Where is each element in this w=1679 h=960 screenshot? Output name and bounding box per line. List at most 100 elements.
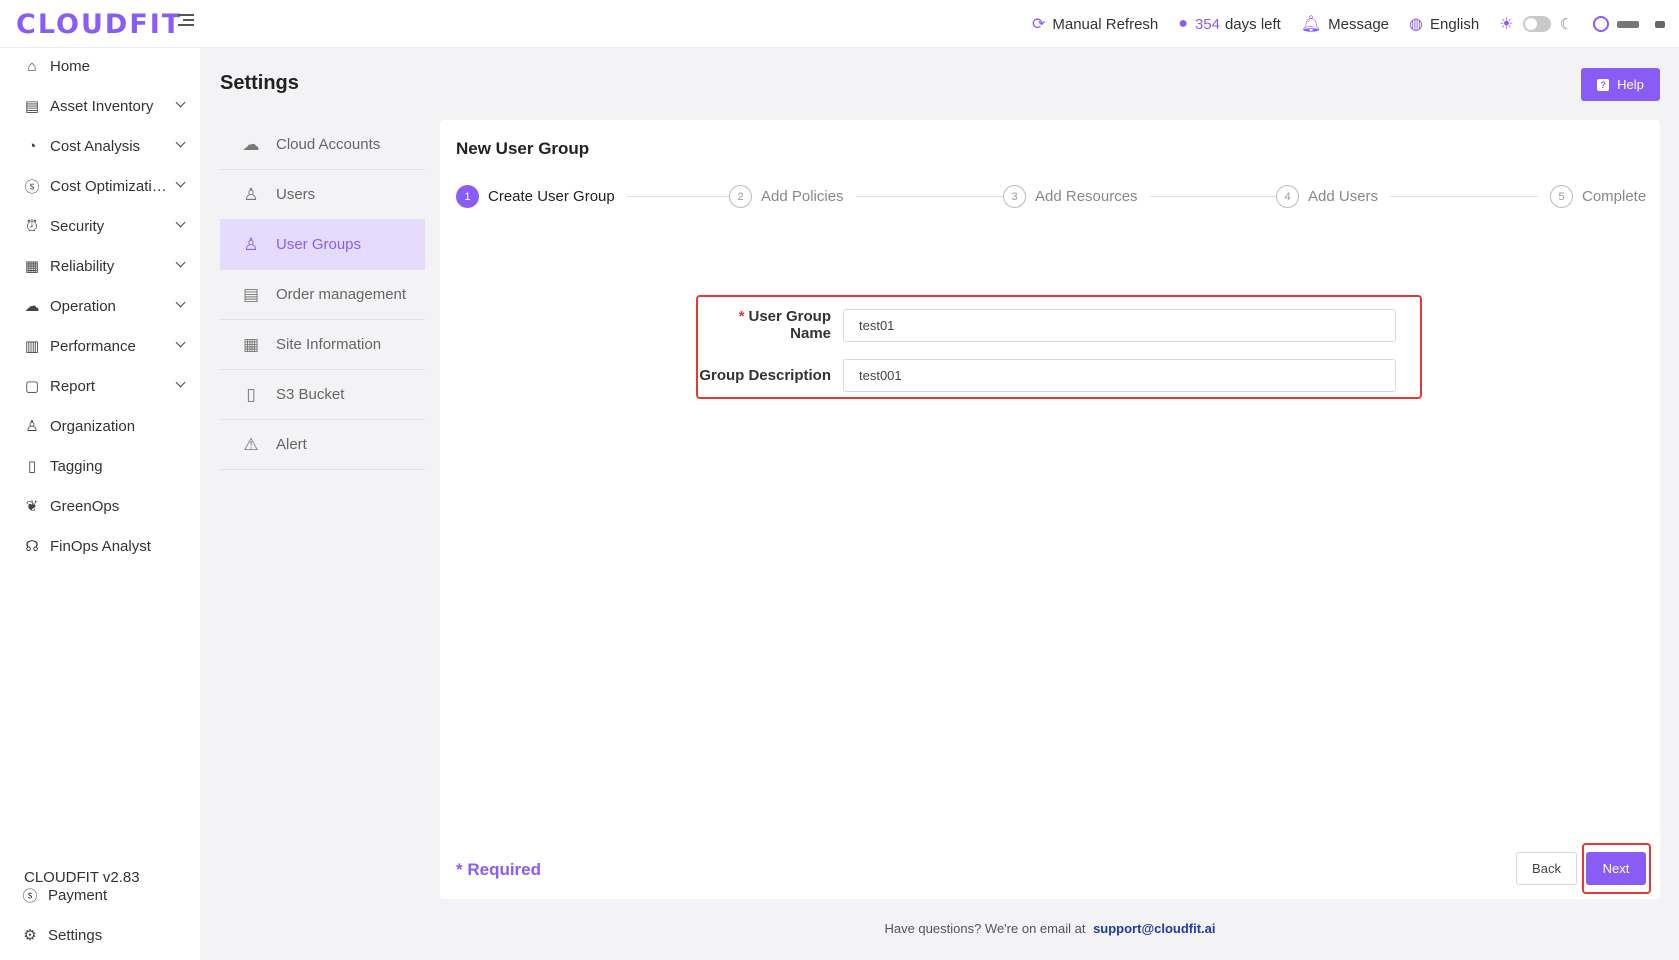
footer: Have questions? We're on email at suppor… [440, 921, 1660, 936]
app-version: CLOUDFIT v2.83 [24, 869, 140, 886]
manual-refresh-label: Manual Refresh [1052, 15, 1159, 33]
home-icon: ⌂ [27, 57, 37, 75]
app-logo[interactable]: CLOUDFIT [16, 9, 182, 40]
required-mark: * [738, 308, 745, 325]
sidebar-item-label: Reliability [50, 257, 115, 275]
sidebar-item-asset-inventory[interactable]: ▤ Asset Inventory [0, 88, 200, 124]
board-icon: ▥ [24, 338, 40, 355]
chevron-down-icon [175, 177, 186, 188]
sidebar-item-label: Asset Inventory [50, 97, 154, 115]
help-button[interactable]: ? Help [1581, 68, 1660, 101]
sidebar-item-finops-analyst[interactable]: ☊ FinOps Analyst [0, 528, 200, 564]
back-button[interactable]: Back [1516, 852, 1577, 885]
sidebar-item-greenops[interactable]: ❦ GreenOps [0, 488, 200, 524]
step-label: Add Resources [1035, 188, 1138, 205]
new-user-group-card: New User Group 1 Create User Group 2 Add… [440, 120, 1660, 899]
support-email-link[interactable]: support@cloudfit.ai [1093, 921, 1215, 936]
chevron-down-icon [175, 337, 186, 348]
step-add-policies: 2 Add Policies [729, 185, 856, 208]
next-button[interactable]: Next [1586, 852, 1646, 885]
sidebar-item-report[interactable]: ▢ Report [0, 368, 200, 404]
submenu-item-label: Alert [276, 436, 307, 453]
step-number: 5 [1550, 185, 1573, 208]
language-label: English [1430, 15, 1480, 33]
sidebar-item-settings[interactable]: ⚙ Settings [0, 917, 200, 953]
group-name-input[interactable]: test01 [843, 308, 1396, 342]
user-group-icon: ♙ [243, 234, 259, 254]
user-name-redacted [1617, 20, 1639, 28]
sidebar-item-operation[interactable]: ☁ Operation [0, 288, 200, 324]
cloud-icon: ☁ [242, 134, 260, 154]
group-name-label-text: User Group Name [748, 308, 831, 342]
org-chart-icon: ♙ [25, 418, 39, 435]
group-description-input[interactable]: test001 [843, 358, 1396, 392]
sidebar-item-tagging[interactable]: ▯ Tagging [0, 448, 200, 484]
sidebar-item-reliability[interactable]: ▦ Reliability [0, 248, 200, 284]
moon-icon: ☾ [1559, 16, 1573, 33]
days-left-label: days left [1224, 15, 1281, 33]
page-title: Settings [220, 72, 299, 94]
clipboard-icon: ▤ [242, 284, 260, 304]
submenu-item-label: Order management [276, 286, 407, 303]
submenu-item-site-information[interactable]: ▦ Site Information [220, 320, 425, 370]
sidebar-item-label: Organization [50, 417, 136, 435]
gauge-icon: ◔ [27, 137, 37, 155]
sidebar-item-home[interactable]: ⌂ Home [0, 48, 200, 84]
sidebar-item-label: GreenOps [50, 497, 120, 515]
clock-icon: ● [1178, 15, 1188, 32]
sidebar-item-label: Cost Analysis [50, 137, 141, 155]
submenu-item-label: Users [276, 186, 316, 203]
sidebar-item-label: Payment [48, 886, 108, 904]
main-sidebar: ⌂ Home ▤ Asset Inventory ◔ Cost Analysis… [0, 48, 200, 960]
group-description-label: Group Description [699, 366, 831, 384]
sidebar-item-organization[interactable]: ♙ Organization [0, 408, 200, 444]
submenu-item-label: S3 Bucket [276, 386, 345, 403]
submenu-item-label: Cloud Accounts [276, 136, 381, 153]
step-label: Create User Group [488, 188, 615, 205]
message-button[interactable]: 🔔︎ Message [1301, 14, 1389, 34]
submenu-item-users[interactable]: ♙ Users [220, 170, 425, 220]
warning-icon: ⚠ [243, 434, 259, 454]
alarm-icon: ⏰︎ [26, 217, 38, 235]
chevron-down-icon [175, 137, 186, 148]
user-icon: ♙ [243, 184, 259, 204]
menu-toggle-icon[interactable] [178, 14, 194, 28]
sidebar-item-cost-analysis[interactable]: ◔ Cost Analysis [0, 128, 200, 164]
days-left-indicator: ● 354 days left [1178, 15, 1281, 33]
step-complete: 5 Complete [1538, 185, 1647, 208]
user-menu[interactable] [1593, 16, 1665, 32]
sidebar-item-label: Report [50, 377, 96, 395]
sidebar-item-security[interactable]: ⏰︎ Security [0, 208, 200, 244]
card-title: New User Group [456, 139, 590, 158]
question-icon: ? [1597, 78, 1610, 91]
step-create-user-group: 1 Create User Group [456, 185, 627, 208]
step-number: 4 [1276, 185, 1299, 208]
sidebar-item-label: Cost Optimizati… [50, 177, 167, 195]
submenu-item-cloud-accounts[interactable]: ☁ Cloud Accounts [220, 120, 425, 170]
user-icon [1593, 16, 1609, 32]
sidebar-item-label: Home [50, 57, 91, 75]
refresh-icon: ⟳ [1031, 16, 1046, 33]
step-number: 3 [1003, 185, 1026, 208]
user-extra-redacted [1655, 20, 1665, 28]
sidebar-item-performance[interactable]: ▥ Performance [0, 328, 200, 364]
submenu-item-alert[interactable]: ⚠ Alert [220, 420, 425, 470]
step-add-resources: 3 Add Resources [1003, 185, 1150, 208]
sidebar-item-label: Operation [50, 297, 116, 315]
submenu-item-user-groups[interactable]: ♙ User Groups [220, 220, 425, 270]
required-note: * Required [456, 860, 542, 879]
submenu-item-label: Site Information [276, 336, 382, 353]
submenu-item-order-management[interactable]: ▤ Order management [220, 270, 425, 320]
theme-toggle[interactable] [1522, 16, 1551, 32]
theme-switch[interactable]: ☀ ☾ [1499, 14, 1573, 34]
submenu-item-s3-bucket[interactable]: ▯ S3 Bucket [220, 370, 425, 420]
sidebar-item-cost-optimization[interactable]: ⓢ Cost Optimizati… [0, 168, 200, 204]
manual-refresh-button[interactable]: ⟳ Manual Refresh [1032, 14, 1158, 34]
globe-icon: ◍ [1409, 16, 1423, 33]
sidebar-item-label: Security [50, 217, 105, 235]
step-number: 1 [456, 185, 479, 208]
language-selector[interactable]: ◍ English [1409, 14, 1479, 34]
bell-icon: 🔔︎ [1300, 16, 1322, 33]
asset-icon: ▤ [24, 98, 40, 115]
sidebar-item-label: Performance [50, 337, 136, 355]
